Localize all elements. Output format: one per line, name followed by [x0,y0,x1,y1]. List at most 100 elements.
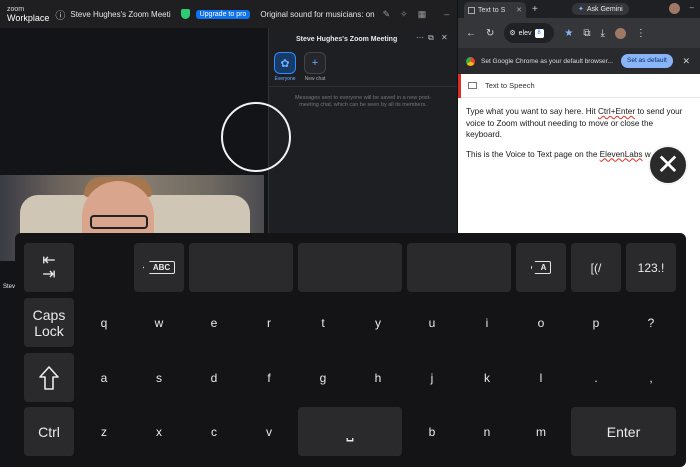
chrome-toolbar: ← ↻ ⚙ elev 8 ★ ⧉ ⤓ ⋮ [458,18,700,48]
popout-icon[interactable]: ⧉ [428,33,434,43]
people-icon: ✿ [274,52,296,74]
key-x[interactable]: x [134,407,184,456]
chrome-tab-strip: Text to S ✕ + ✦ Ask Gemini – [458,0,700,18]
extensions-icon[interactable]: ⧉ [583,28,590,39]
default-browser-banner: Set Google Chrome as your default browse… [458,48,700,74]
key-l[interactable]: l [516,353,566,402]
key-s[interactable]: s [134,353,184,402]
tab-key[interactable]: ⇤ ⇥ [24,243,74,292]
key-m[interactable]: m [516,407,566,456]
blank-key-2[interactable] [298,243,402,292]
ctrl-key[interactable]: Ctrl [24,407,74,456]
side-panel-icon[interactable] [468,82,477,89]
sparkle-icon[interactable]: ✧ [400,9,408,20]
original-sound-text: Original sound for musicians: on [260,9,375,19]
zoom-logo-line2: Workplace [7,13,50,23]
caps-label-2: Lock [34,322,64,339]
key-h[interactable]: h [353,353,403,402]
chat-header: Steve Hughes's Zoom Meeting ⋯ ⧉ ✕ [269,28,457,50]
downloads-icon[interactable]: ⤓ [601,28,605,39]
grid-icon[interactable]: ▦ [418,9,427,20]
key-b[interactable]: b [407,407,457,456]
chat-title: Steve Hughes's Zoom Meeting [296,35,398,43]
page-title: Text to Speech [485,81,535,90]
key-j[interactable]: j [407,353,457,402]
key-n[interactable]: n [462,407,512,456]
omnibox[interactable]: ⚙ elev 8 [504,23,555,43]
key-k[interactable]: k [462,353,512,402]
key-e[interactable]: e [189,298,239,347]
info-icon: ⓘ [55,10,66,22]
key-p[interactable]: p [571,298,621,347]
chrome-minimize-icon[interactable]: – [690,3,694,14]
blank-key-3[interactable] [407,243,511,292]
edit-icon[interactable]: ✎ [383,9,391,20]
minimize-icon[interactable]: – [444,9,449,19]
backspace-key[interactable]: A [516,243,566,292]
key-u[interactable]: u [407,298,457,347]
screen: zoom Workplace ⓘ Steve Hughes's Zoom Mee… [0,0,700,467]
reload-icon[interactable]: ↻ [486,28,494,39]
close-overlay-button[interactable]: ✕ [648,145,688,185]
key-o[interactable]: o [516,298,566,347]
set-default-button[interactable]: Set as default [621,54,673,68]
key-g[interactable]: g [298,353,348,402]
shift-arrow-icon [39,365,59,390]
ask-gemini-button[interactable]: ✦ Ask Gemini [572,3,629,15]
key-question[interactable]: ? [626,298,676,347]
chrome-window-controls: – [668,3,694,14]
back-icon[interactable]: ← [466,28,476,39]
key-c[interactable]: c [189,407,239,456]
more-icon[interactable]: ⋯ [416,33,424,42]
key-f[interactable]: f [244,353,294,402]
key-period[interactable]: . [571,353,621,402]
original-sound-status[interactable]: Original sound for musicians: on [260,10,374,19]
key-q[interactable]: q [79,298,129,347]
caps-label-1: Caps [32,306,66,323]
banner-close-icon[interactable]: ✕ [682,56,690,67]
key-v[interactable]: v [244,407,294,456]
extension-badge[interactable]: 8 [534,28,544,38]
toolbar-avatar[interactable] [614,27,626,39]
browser-tab[interactable]: Text to S ✕ [464,2,526,18]
key-z[interactable]: z [79,407,129,456]
key-w[interactable]: w [134,298,184,347]
symbols-key[interactable]: [(/ [571,243,621,292]
meeting-title[interactable]: ⓘ Steve Hughes's Zoom Meeti [55,7,170,22]
key-t[interactable]: t [298,298,348,347]
numbers-key[interactable]: 123.! [626,243,676,292]
abc-key[interactable]: ABC [134,243,184,292]
gemini-icon: ✦ [578,6,584,13]
chat-tab-everyone[interactable]: ✿ Everyone [273,52,297,82]
tab-icon: ⇤ ⇥ [42,251,56,283]
key-a[interactable]: a [79,353,129,402]
chat-tab-new-chat[interactable]: + New chat [303,52,327,82]
space-key[interactable]: ⎵ [298,407,402,456]
key-i[interactable]: i [462,298,512,347]
key-r[interactable]: r [244,298,294,347]
key-d[interactable]: d [189,353,239,402]
enter-key[interactable]: Enter [571,407,676,456]
profile-avatar[interactable] [668,3,680,14]
plus-icon: + [304,52,326,74]
menu-icon[interactable]: ⋮ [636,28,646,39]
blank-key-1[interactable] [189,243,293,292]
upgrade-button[interactable]: Upgrade to pro [195,9,251,19]
caps-lock-key[interactable]: Caps Lock [24,298,74,347]
key-comma[interactable]: , [626,353,676,402]
bookmark-star-icon[interactable]: ★ [564,28,573,39]
shield-icon [180,9,190,19]
tab-close-icon[interactable]: ✕ [516,6,522,14]
side-accent [458,74,461,98]
chat-close-icon[interactable]: ✕ [441,33,448,42]
chat-tab-label: New chat [304,76,326,82]
site-settings-icon[interactable]: ⚙ [509,29,515,37]
security-status[interactable]: Upgrade to pro [180,9,255,19]
shift-key[interactable] [24,353,74,402]
new-tab-icon[interactable]: + [532,4,538,15]
instruction-paragraph: Type what you want to say here. Hit Ctrl… [466,107,683,139]
page-header: Text to Speech [458,74,700,98]
abc-label: ABC [142,261,176,274]
omnibox-url: elev [518,29,532,37]
key-y[interactable]: y [353,298,403,347]
